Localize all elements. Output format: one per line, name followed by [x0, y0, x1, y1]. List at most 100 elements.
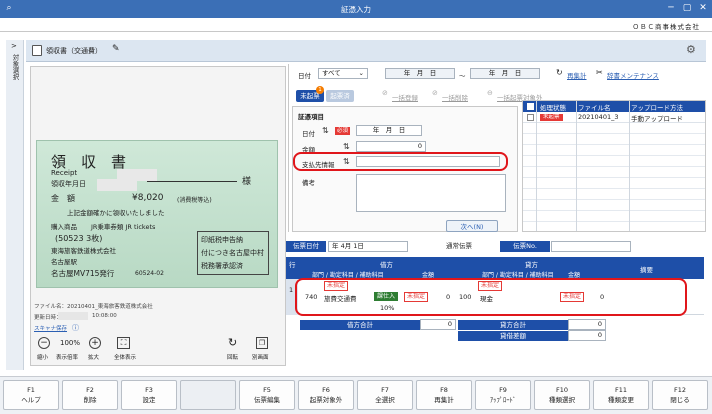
side-tab-label: 対象選択	[11, 54, 19, 80]
sync-icon: ⇅	[343, 142, 350, 151]
date-filter-label: 日付	[298, 72, 311, 80]
stamp-line1: 印紙税申告納	[201, 236, 243, 244]
slip-summary-header: 摘要	[640, 266, 653, 274]
fkey-label: 再集計	[434, 396, 454, 404]
rotate-icon[interactable]: ↻	[228, 336, 237, 349]
f12-close-button[interactable]: F12 閉じる	[652, 380, 708, 410]
fkey-id: F12	[673, 386, 686, 394]
list-empty-rows	[523, 123, 705, 231]
dictionary-link[interactable]: 辞書メンテナンス	[607, 70, 659, 80]
slip-credit-header: 貸方	[525, 261, 538, 269]
receipt-tax: (消費税等込)	[177, 197, 212, 204]
date-from-input[interactable]: 年 月 日	[385, 68, 455, 79]
minimize-icon[interactable]: ─	[664, 2, 678, 15]
redaction-block	[97, 179, 137, 191]
slip-no-label: 伝票No.	[500, 241, 550, 252]
zoom-label: 表示倍率	[56, 355, 79, 361]
status-badge: 未起票	[540, 114, 563, 121]
f5-slip-edit-button[interactable]: F5 伝票編集	[239, 380, 295, 410]
fkey-label: 閉じる	[670, 396, 690, 404]
highlight-payee	[293, 152, 508, 171]
amount-input[interactable]: 0	[356, 141, 426, 152]
f8-refresh-button[interactable]: F8 再集計	[416, 380, 472, 410]
fkey-label: 伝票編集	[254, 396, 280, 404]
refresh-icon[interactable]: ↻	[556, 68, 563, 77]
tools-icon[interactable]: ✂	[596, 68, 603, 77]
chevron-right-icon: >	[11, 42, 17, 50]
window-title: 証憑入力	[341, 5, 371, 14]
fkey-id: F8	[440, 386, 448, 394]
fkey-label: 設定	[142, 396, 156, 404]
fit-page-icon[interactable]: ⛶	[117, 337, 130, 349]
col-divider	[536, 101, 537, 231]
close-icon[interactable]: ✕	[696, 2, 710, 15]
receipt-date: 領収年月日	[51, 180, 86, 188]
bulk-exclude-icon: ⊖	[487, 89, 493, 97]
col-divider	[576, 101, 577, 231]
fit-page-label: 全体表示	[114, 355, 137, 361]
credit-total-value: 0	[568, 319, 606, 330]
col-status: 処理状態	[540, 104, 566, 112]
slip-date-input[interactable]: 年 4月 1日	[328, 241, 408, 252]
f11-type-change-button[interactable]: F11 種類変更	[593, 380, 649, 410]
f1-help-button[interactable]: F1 ヘルプ	[3, 380, 59, 410]
image-filename: ファイル名：20210401_東海旅客鉄道株式会社	[34, 304, 153, 310]
f6-exclude-button[interactable]: F6 起票対象外	[298, 380, 354, 410]
splitter[interactable]	[288, 64, 289, 232]
function-key-bar: F1 ヘルプ F2 削除 F3 設定 F5 伝票編集 F6 起票対象外 F7 全選択 F8 再…	[0, 376, 712, 414]
company-name: ＯＢＣ商事株式会社	[632, 23, 700, 31]
edit-pen-icon[interactable]: ✎	[112, 44, 120, 54]
slip-no-input[interactable]	[551, 241, 631, 252]
refresh-link[interactable]: 再集計	[567, 70, 587, 80]
list-header: 処理状態 ファイル名 アップロード方法	[523, 101, 705, 112]
redaction-block	[58, 312, 88, 320]
bulk-delete-link[interactable]: 一括削除	[442, 92, 468, 102]
receipt-item-label: 購入商品	[51, 223, 77, 231]
maximize-icon[interactable]: ▢	[680, 2, 694, 15]
select-all-checkbox[interactable]	[527, 103, 534, 110]
f10-type-select-button[interactable]: F10 種類選択	[534, 380, 590, 410]
document-header: 領収書（交通費） ✎ ⚙	[26, 40, 706, 62]
scanner-link[interactable]: スキャナ保存	[34, 324, 67, 332]
date-to-input[interactable]: 年 月 日	[470, 68, 540, 79]
tab-posted[interactable]: 起票済	[326, 90, 354, 102]
row-checkbox[interactable]	[527, 114, 534, 121]
slip-date-label: 伝票日付	[286, 241, 326, 252]
zoom-in-label: 拡大	[88, 355, 100, 361]
slip-row-header: 行	[289, 261, 296, 269]
f3-settings-button[interactable]: F3 設定	[121, 380, 177, 410]
slip-debit-header: 借方	[380, 261, 393, 269]
new-window-icon[interactable]: ❐	[256, 337, 268, 349]
f7-select-all-button[interactable]: F7 全選択	[357, 380, 413, 410]
date-input[interactable]: 年 月 日	[356, 125, 422, 136]
fkey-id: F10	[555, 386, 568, 394]
receipt-code: (50523 3枚)	[55, 234, 103, 243]
highlight-slip-line	[295, 278, 687, 316]
receipt-sama: 様	[242, 177, 252, 187]
debit-total-label: 借方合計	[300, 320, 420, 330]
date-filter-select[interactable]: すべて ⌄	[318, 68, 368, 79]
zoom-out-label: 縮小	[37, 355, 49, 361]
diff-value: 0	[568, 330, 606, 341]
memo-input[interactable]	[356, 174, 506, 212]
fkey-id: F9	[499, 386, 507, 394]
bulk-delete-icon: ⊘	[432, 89, 438, 97]
zoom-in-icon[interactable]: +	[89, 337, 101, 349]
info-icon[interactable]: ⓘ	[72, 323, 79, 333]
title-bar: ⌕ 証憑入力 ─ ▢ ✕	[0, 0, 712, 18]
company-bar: ＯＢＣ商事株式会社	[0, 18, 712, 32]
gear-icon[interactable]: ⚙	[686, 43, 696, 56]
f2-delete-button[interactable]: F2 削除	[62, 380, 118, 410]
fkey-id: F6	[322, 386, 330, 394]
row-method: 手動アップロード	[631, 115, 683, 123]
list-row[interactable]: 未起票 20210401_3 手動アップロード	[523, 112, 705, 123]
receipt-image[interactable]: 領 収 書 Receipt 様 領収年月日 金 額 ¥8,020 (消費税等込)…	[36, 140, 278, 288]
bulk-register-link[interactable]: 一括登録	[392, 92, 418, 102]
f9-upload-button[interactable]: F9 ｱｯﾌﾟﾛｰﾄﾞ	[475, 380, 531, 410]
fkey-label: 削除	[83, 396, 97, 404]
side-tab[interactable]: > 対象選択	[6, 40, 24, 370]
fkey-id: F1	[27, 386, 35, 394]
zoom-out-icon[interactable]: −	[38, 337, 50, 349]
diff-label: 貸借差額	[458, 331, 568, 341]
next-button[interactable]: 次へ(N)	[446, 220, 498, 232]
